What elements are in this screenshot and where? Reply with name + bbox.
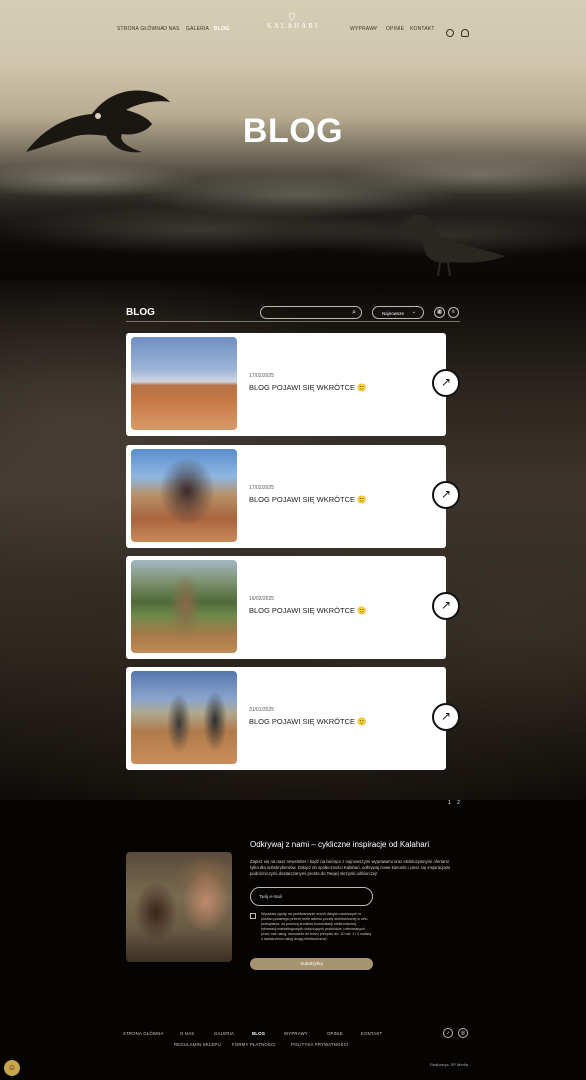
post-date: 31/01/2025 [249,707,275,713]
blog-card[interactable]: 17/02/2025 BLOG POJAWI SIĘ WKRÓTCE 🙂 [126,445,446,548]
post-title[interactable]: BLOG POJAWI SIĘ WKRÓTCE 🙂 [249,717,366,726]
user-icon[interactable] [461,29,470,37]
blog-section-label: BLOG [126,307,155,318]
kalahari-logo[interactable]: ⛉ KALAHARI [263,12,323,30]
grid-view-icon[interactable]: ▦ [434,307,445,318]
arrow-up-right-icon[interactable]: ↗ [432,592,460,620]
nav-icons [446,24,472,42]
blog-card[interactable]: 16/02/2025 BLOG POJAWI SIĘ WKRÓTCE 🙂 [126,556,446,659]
nav-item-about[interactable]: O nas [163,26,180,32]
newsletter-text: Zapisz się na nasz newsletter i bądź na … [250,859,451,876]
blog-card[interactable]: 17/02/2025 BLOG POJAWI SIĘ WKRÓTCE 🙂 [126,333,446,436]
search-input[interactable]: ⌕ [260,306,362,319]
post-title[interactable]: BLOG POJAWI SIĘ WKRÓTCE 🙂 [249,606,366,615]
footer-link-payments[interactable]: Formy płatności [232,1042,276,1047]
post-thumbnail [131,337,237,430]
chevron-down-icon: ⌄ [372,25,377,31]
logo-text: KALAHARI [266,22,320,30]
nav-item-home[interactable]: Strona główna [117,26,164,32]
newsletter-image [126,852,232,962]
page-1[interactable]: 1 [448,800,451,806]
arrow-up-right-icon[interactable]: ↗ [432,369,460,397]
post-date: 16/02/2025 [249,596,275,602]
post-title[interactable]: BLOG POJAWI SIĘ WKRÓTCE 🙂 [249,495,366,504]
tiktok-icon[interactable]: ♪ [443,1028,453,1038]
subscribe-button[interactable]: Subskrybuj [250,958,373,970]
sort-select[interactable]: Najnowsze ⌄ [372,306,424,319]
standing-gull-image [402,214,506,277]
cart-icon[interactable] [446,29,454,37]
footer-link-gallery[interactable]: Galeria [214,1031,234,1036]
arrow-up-right-icon[interactable]: ↗ [432,703,460,731]
consent-text: Wyrażam zgodę na przetwarzanie moich dan… [261,912,372,941]
nav-item-contact[interactable]: Kontakt [410,26,435,32]
search-icon[interactable]: ⌕ [352,309,356,317]
newsletter-title: Odkrywaj z nami – cykliczne inspiracje o… [250,840,430,849]
nav-item-gallery[interactable]: Galeria [186,26,209,32]
instagram-icon[interactable]: ◎ [458,1028,468,1038]
post-title[interactable]: BLOG POJAWI SIĘ WKRÓTCE 🙂 [249,383,366,392]
footer-link-terms[interactable]: Regulamin sklepu [174,1042,221,1047]
footer-link-privacy[interactable]: Polityka prywatności [291,1042,348,1047]
chevron-down-icon: ⌄ [411,309,416,315]
post-date: 17/02/2025 [249,485,275,491]
arrow-up-right-icon[interactable]: ↗ [432,481,460,509]
consent-checkbox[interactable] [250,913,256,919]
divider [126,321,460,322]
list-view-icon[interactable]: ≡ [448,307,459,318]
logo-mark-icon: ⛉ [288,12,298,22]
chat-widget-icon[interactable]: ☺ [4,1060,20,1076]
footer-link-home[interactable]: Strona główna [123,1031,164,1036]
hero-banner: BLOG [0,0,586,290]
footer-link-reviews[interactable]: Opinie [327,1031,343,1036]
nav-item-blog[interactable]: Blog [214,26,229,32]
footer-link-contact[interactable]: Kontakt [361,1031,382,1036]
footer-link-blog[interactable]: Blog [252,1031,265,1036]
footer-link-about[interactable]: O nas [180,1031,194,1036]
post-thumbnail [131,671,237,764]
post-thumbnail [131,560,237,653]
pagination: 1 2 [448,800,465,806]
page-2[interactable]: 2 [457,800,460,806]
blog-toolbar: BLOG ⌕ Najnowsze ⌄ ▦ ≡ [126,306,460,322]
email-field[interactable] [250,887,373,906]
sort-value: Najnowsze [382,311,405,316]
page-title: BLOG [242,112,344,150]
post-date: 17/02/2025 [249,373,275,379]
blog-card[interactable]: 31/01/2025 BLOG POJAWI SIĘ WKRÓTCE 🙂 [126,667,446,770]
footer-link-trips[interactable]: Wyprawy [284,1031,308,1036]
post-thumbnail [131,449,237,542]
footer-credit: Realizacja: SP Media [430,1062,468,1067]
nav-item-reviews[interactable]: Opinie [386,26,404,32]
